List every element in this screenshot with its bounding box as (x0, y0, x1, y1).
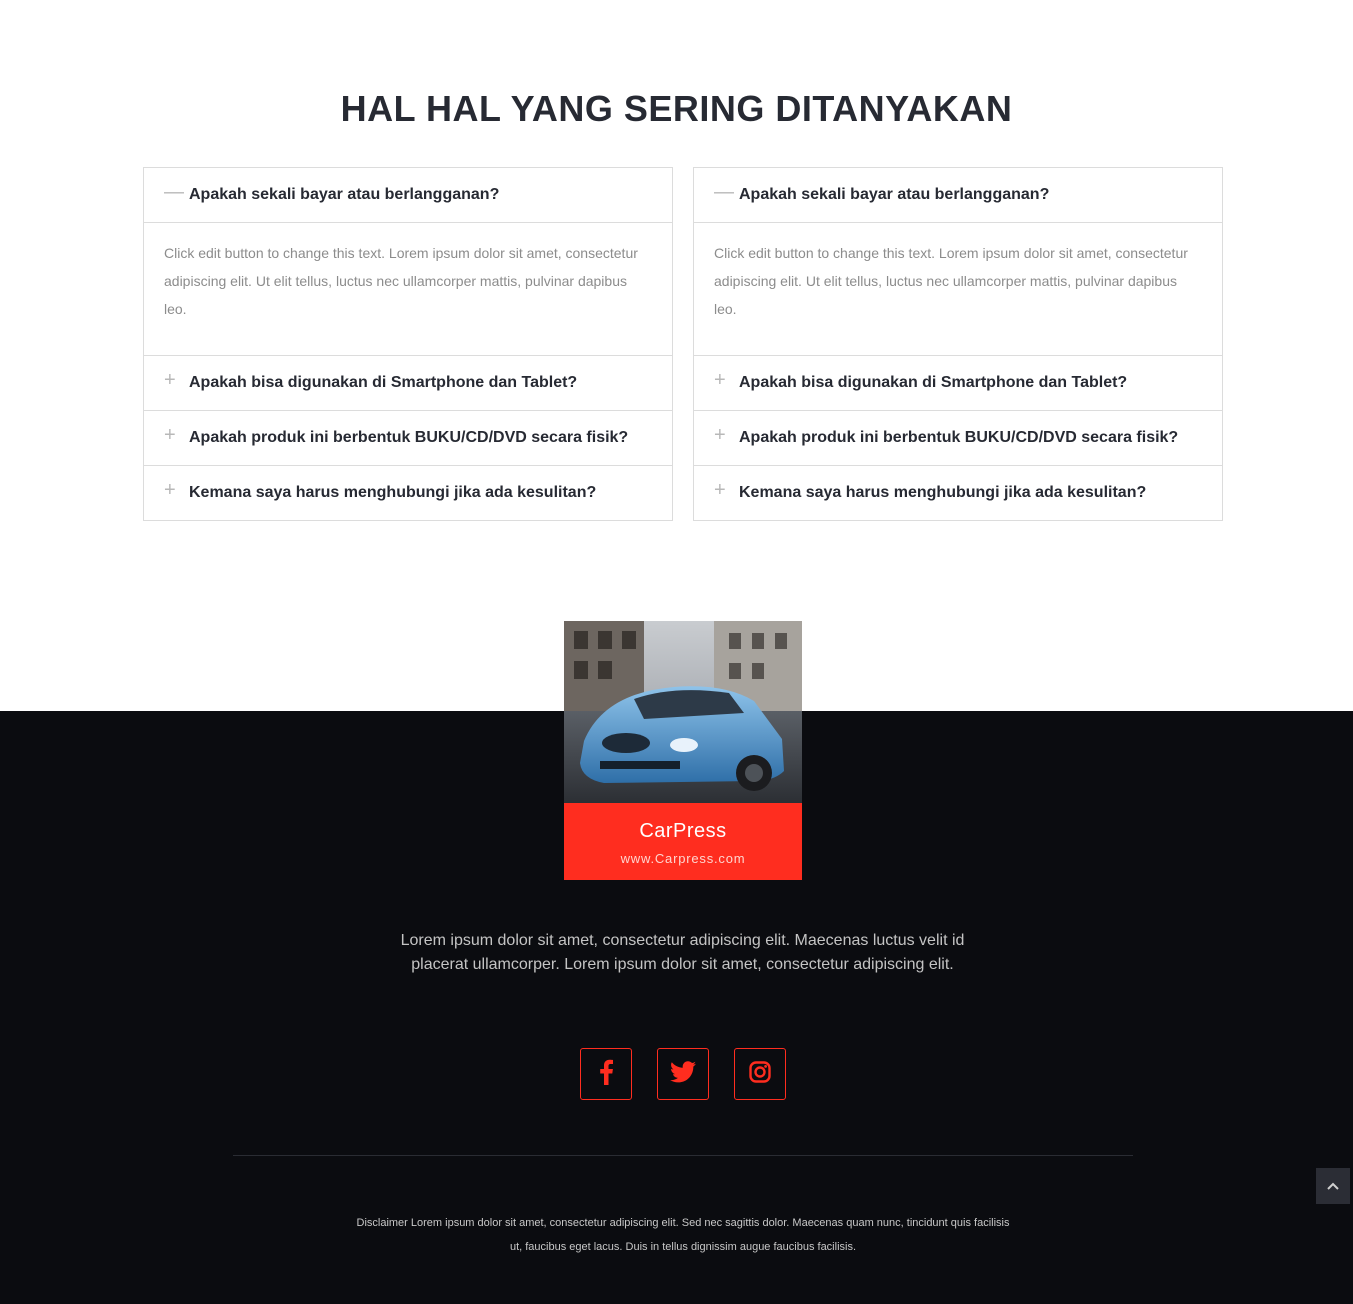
plus-icon: + (714, 479, 726, 501)
instagram-button[interactable] (734, 1048, 786, 1100)
accordion-question: Kemana saya harus menghubungi jika ada k… (739, 484, 1147, 501)
accordion-toggle[interactable]: + Apakah produk ini berbentuk BUKU/CD/DV… (694, 411, 1222, 465)
accordion-toggle[interactable]: + Apakah bisa digunakan di Smartphone da… (694, 356, 1222, 410)
faq-title: HAL HAL YANG SERING DITANYAKAN (340, 88, 1013, 129)
accordion-toggle[interactable]: — Apakah sekali bayar atau berlangganan? (144, 168, 672, 222)
brand-logo-card[interactable]: CarPress www.Carpress.com (564, 621, 802, 880)
accordion-item: + Apakah bisa digunakan di Smartphone da… (144, 355, 672, 410)
scroll-to-top-button[interactable] (1316, 1168, 1350, 1204)
accordion-item: — Apakah sekali bayar atau berlangganan?… (694, 168, 1222, 355)
accordion-question: Kemana saya harus menghubungi jika ada k… (189, 484, 597, 501)
accordion-item: + Apakah bisa digunakan di Smartphone da… (694, 355, 1222, 410)
accordion-answer: Click edit button to change this text. L… (694, 222, 1222, 355)
footer-divider (233, 1155, 1133, 1156)
accordion-question: Apakah bisa digunakan di Smartphone dan … (189, 374, 578, 391)
facebook-button[interactable] (580, 1048, 632, 1100)
accordion-item: — Apakah sekali bayar atau berlangganan?… (144, 168, 672, 355)
brand-url: www.Carpress.com (620, 851, 746, 866)
accordion-question: Apakah sekali bayar atau berlangganan? (739, 186, 1050, 203)
accordion-toggle[interactable]: — Apakah sekali bayar atau berlangganan? (694, 168, 1222, 222)
twitter-button[interactable] (657, 1048, 709, 1100)
chevron-up-icon (1327, 1177, 1339, 1195)
accordion-question: Apakah sekali bayar atau berlangganan? (189, 186, 500, 203)
accordion-toggle[interactable]: + Apakah bisa digunakan di Smartphone da… (144, 356, 672, 410)
car-photo (564, 621, 802, 803)
brand-name: CarPress (639, 820, 727, 842)
instagram-icon (749, 1060, 771, 1088)
plus-icon: + (714, 424, 726, 446)
twitter-icon (670, 1060, 696, 1088)
plus-icon: + (164, 424, 176, 446)
accordion-item: + Kemana saya harus menghubungi jika ada… (144, 465, 672, 520)
accordion-toggle[interactable]: + Kemana saya harus menghubungi jika ada… (694, 466, 1222, 520)
accordion-question: Apakah produk ini berbentuk BUKU/CD/DVD … (189, 429, 629, 446)
accordion-question: Apakah produk ini berbentuk BUKU/CD/DVD … (739, 429, 1179, 446)
accordion-answer: Click edit button to change this text. L… (144, 222, 672, 355)
faq-accordion-left: — Apakah sekali bayar atau berlangganan?… (143, 167, 673, 521)
plus-icon: + (164, 479, 176, 501)
footer-disclaimer: Disclaimer Lorem ipsum dolor sit amet, c… (356, 1217, 1010, 1253)
accordion-item: + Apakah produk ini berbentuk BUKU/CD/DV… (694, 410, 1222, 465)
accordion-toggle[interactable]: + Apakah produk ini berbentuk BUKU/CD/DV… (144, 411, 672, 465)
footer-description: Lorem ipsum dolor sit amet, consectetur … (400, 932, 965, 973)
accordion-item: + Apakah produk ini berbentuk BUKU/CD/DV… (144, 410, 672, 465)
plus-icon: + (164, 369, 176, 391)
faq-accordion-right: — Apakah sekali bayar atau berlangganan?… (693, 167, 1223, 521)
accordion-toggle[interactable]: + Kemana saya harus menghubungi jika ada… (144, 466, 672, 520)
brand-band: CarPress www.Carpress.com (564, 803, 802, 880)
accordion-item: + Kemana saya harus menghubungi jika ada… (694, 465, 1222, 520)
minus-icon: — (164, 181, 184, 203)
accordion-question: Apakah bisa digunakan di Smartphone dan … (739, 374, 1128, 391)
plus-icon: + (714, 369, 726, 391)
minus-icon: — (714, 181, 734, 203)
facebook-icon (598, 1059, 614, 1090)
